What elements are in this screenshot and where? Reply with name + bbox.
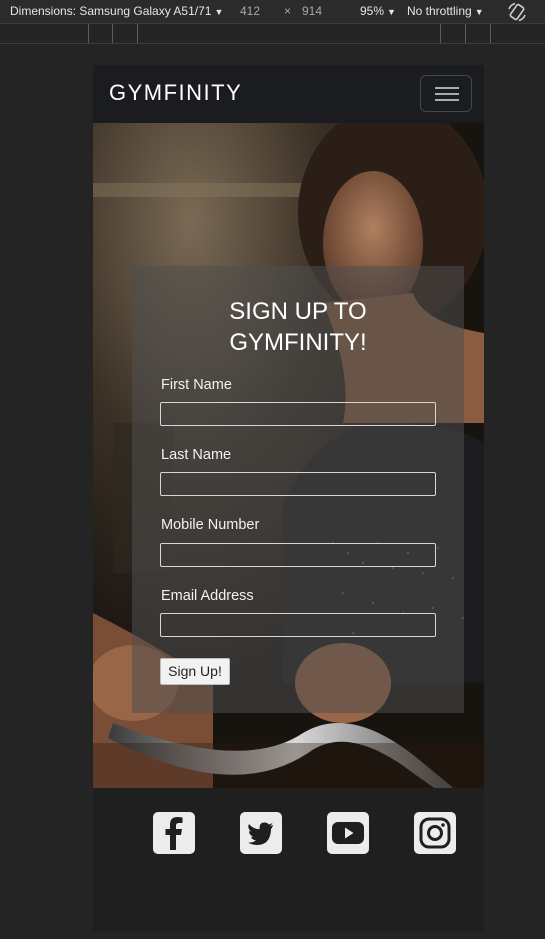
zoom-label: 95% xyxy=(360,4,385,18)
instagram-link[interactable] xyxy=(414,812,456,854)
device-viewport: GYMFINITY SIGN UP TO GYMFINITY! First Na… xyxy=(93,65,484,932)
throttling-dropdown[interactable]: No throttling ▼ xyxy=(407,4,484,18)
email-address-label: Email Address xyxy=(161,588,254,604)
devtools-device-toolbar: Dimensions: Samsung Galaxy A51/71 ▼ 412 ×… xyxy=(0,0,545,24)
signup-form-title: SIGN UP TO GYMFINITY! xyxy=(132,296,464,358)
mobile-number-label: Mobile Number xyxy=(161,517,260,533)
form-title-line-2: GYMFINITY! xyxy=(229,329,367,356)
last-name-label: Last Name xyxy=(161,447,232,463)
device-width-input[interactable]: 412 xyxy=(240,4,260,18)
ruler-tick xyxy=(112,24,113,43)
site-navbar: GYMFINITY xyxy=(93,65,484,123)
last-name-field[interactable] xyxy=(160,472,436,496)
ruler-tick xyxy=(490,24,491,43)
mobile-number-field[interactable] xyxy=(160,543,436,567)
brand-logo[interactable]: GYMFINITY xyxy=(109,80,242,106)
twitter-link[interactable] xyxy=(240,812,282,854)
hamburger-icon xyxy=(435,99,459,101)
ruler-tick xyxy=(465,24,466,43)
device-dimensions-dropdown[interactable]: Dimensions: Samsung Galaxy A51/71 ▼ xyxy=(10,4,223,18)
ruler-tick xyxy=(440,24,441,43)
rotate-device-icon[interactable] xyxy=(506,1,528,23)
sign-up-button[interactable]: Sign Up! xyxy=(160,658,230,685)
hamburger-icon xyxy=(435,93,459,95)
ruler-tick xyxy=(137,24,138,43)
caret-down-icon: ▼ xyxy=(387,7,396,17)
youtube-link[interactable] xyxy=(327,812,369,854)
dimension-times-sign: × xyxy=(284,4,292,18)
facebook-link[interactable] xyxy=(153,812,195,854)
twitter-icon xyxy=(248,822,273,845)
first-name-field[interactable] xyxy=(160,402,436,426)
first-name-label: First Name xyxy=(161,377,232,393)
zoom-dropdown[interactable]: 95% ▼ xyxy=(360,4,396,18)
facebook-icon xyxy=(165,817,183,850)
site-footer xyxy=(93,788,484,932)
caret-down-icon: ▼ xyxy=(214,7,224,17)
device-ruler xyxy=(0,24,545,44)
signup-form-card: SIGN UP TO GYMFINITY! First Name Last Na… xyxy=(132,266,464,713)
throttling-label: No throttling xyxy=(407,4,472,18)
hero-section: SIGN UP TO GYMFINITY! First Name Last Na… xyxy=(93,123,484,788)
ruler-tick xyxy=(88,24,89,43)
form-title-line-1: SIGN UP TO xyxy=(229,298,367,325)
caret-down-icon: ▼ xyxy=(474,7,484,17)
hamburger-icon xyxy=(435,87,459,89)
instagram-icon xyxy=(419,817,451,849)
navbar-toggler-button[interactable] xyxy=(420,75,472,112)
device-height-input[interactable]: 914 xyxy=(302,4,322,18)
youtube-icon xyxy=(332,822,364,844)
device-dimensions-label: Dimensions: Samsung Galaxy A51/71 xyxy=(10,4,212,18)
email-address-field[interactable] xyxy=(160,613,436,637)
